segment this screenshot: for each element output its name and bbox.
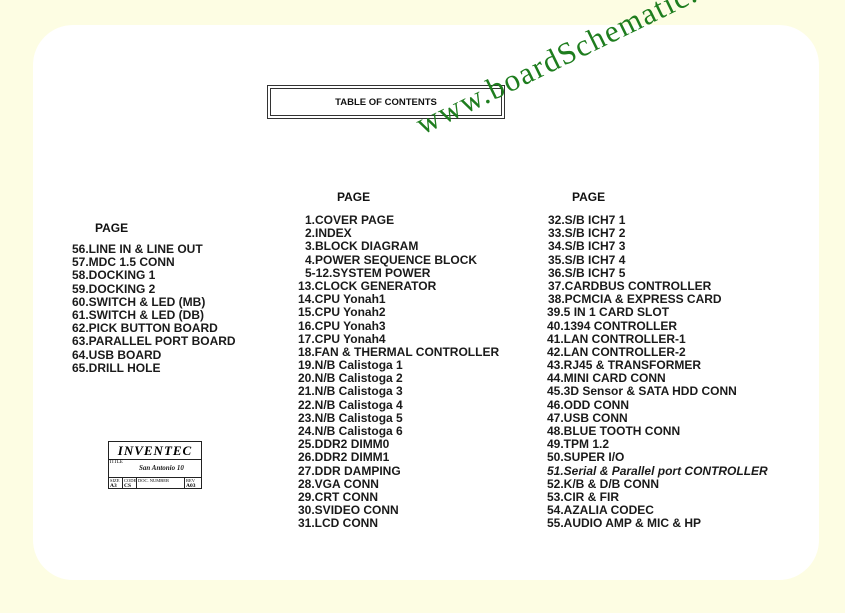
title-label: TITLE	[109, 460, 123, 465]
toc-entry: 5-12.SYSTEM POWER	[305, 265, 431, 280]
toc-entry: 26.DDR2 DIMM1	[298, 450, 390, 465]
toc-entry: 52.K/B & D/B CONN	[547, 476, 660, 491]
toc-entry: 35.S/B ICH7 4	[548, 252, 626, 267]
toc-entry: 40.1394 CONTROLLER	[547, 318, 678, 333]
toc-entry: 64.USB BOARD	[72, 347, 162, 362]
toc-entry: 28.VGA CONN	[298, 476, 379, 491]
toc-entry: 63.PARALLEL PORT BOARD	[72, 334, 236, 349]
project-title: San Antonio 10	[139, 464, 184, 472]
page-header-right: PAGE	[572, 190, 606, 204]
toc-entry: 58.DOCKING 1	[72, 268, 156, 283]
toc-entry: 16.CPU Yonah3	[298, 318, 386, 333]
toc-entry: 15.CPU Yonah2	[298, 305, 386, 320]
toc-entry: 21.N/B Calistoga 3	[298, 384, 403, 399]
toc-entry: 41.LAN CONTROLLER-1	[547, 331, 686, 346]
toc-entry: 45.3D Sensor & SATA HDD CONN	[547, 384, 737, 399]
toc-entry: 17.CPU Yonah4	[298, 331, 386, 346]
toc-entry: 46.ODD CONN	[547, 397, 630, 412]
page-header-middle: PAGE	[337, 190, 371, 204]
rev-value: A03	[186, 483, 196, 489]
middle-column: 1.COVER PAGE 2.INDEX 3.BLOCK DIAGRAM 4.POWE…	[298, 213, 499, 531]
doc-number-label: DOC. NUMBER	[138, 478, 170, 483]
toc-entry: 50.SUPER I/O	[547, 450, 625, 465]
company-logo: INVENTEC	[109, 442, 201, 460]
toc-entry: 22.N/B Calistoga 4	[298, 397, 403, 412]
toc-entry: 27.DDR DAMPING	[298, 463, 401, 478]
toc-entry: 36.S/B ICH7 5	[548, 265, 626, 280]
code-value: CS	[124, 483, 132, 489]
toc-entry: 65.DRILL HOLE	[72, 360, 161, 375]
toc-entry: 39.5 IN 1 CARD SLOT	[547, 305, 670, 320]
toc-entry: 51.Serial & Parallel port CONTROLLER	[547, 463, 768, 478]
page-header-left: PAGE	[95, 221, 129, 235]
left-column: 56.LINE IN & LINE OUT 57.MDC 1.5 CONN 58.D…	[72, 242, 236, 375]
toc-entry: 31.LCD CONN	[298, 516, 379, 531]
toc-entry: 60.SWITCH & LED (MB)	[72, 294, 206, 309]
toc-entry: 55.AUDIO AMP & MIC & HP	[547, 516, 702, 531]
toc-entry: 4.POWER SEQUENCE BLOCK	[305, 252, 478, 267]
toc-entry: 59.DOCKING 2	[72, 281, 156, 296]
right-column: 32.S/B ICH7 1 33.S/B ICH7 2 34.S/B ICH7 33…	[547, 213, 768, 531]
toc-entry: 34.S/B ICH7 3	[548, 239, 626, 254]
toc-entry: 3.BLOCK DIAGRAM	[305, 239, 419, 254]
title-block: INVENTEC TITLE San Antonio 10 SIZE A3 CODE…	[108, 441, 202, 489]
size-value: A3	[110, 483, 117, 489]
